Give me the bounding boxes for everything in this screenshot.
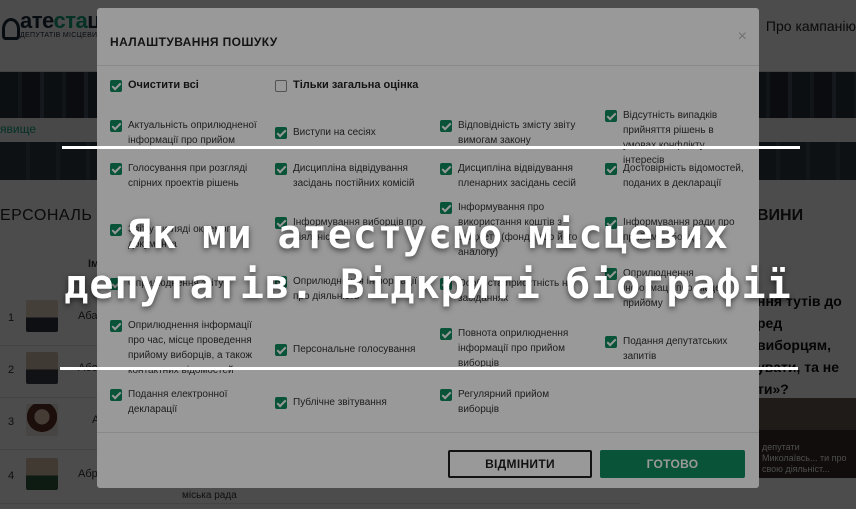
headline-rule-top xyxy=(62,146,800,149)
headline-line-1: Як ми атестуємо місцевих xyxy=(127,212,729,258)
headline-line-2: депутатів. Відкриті біографії xyxy=(64,262,792,308)
headline-rule-bottom xyxy=(60,367,798,370)
headline: Як ми атестуємо місцевих депутатів. Відк… xyxy=(40,210,816,310)
